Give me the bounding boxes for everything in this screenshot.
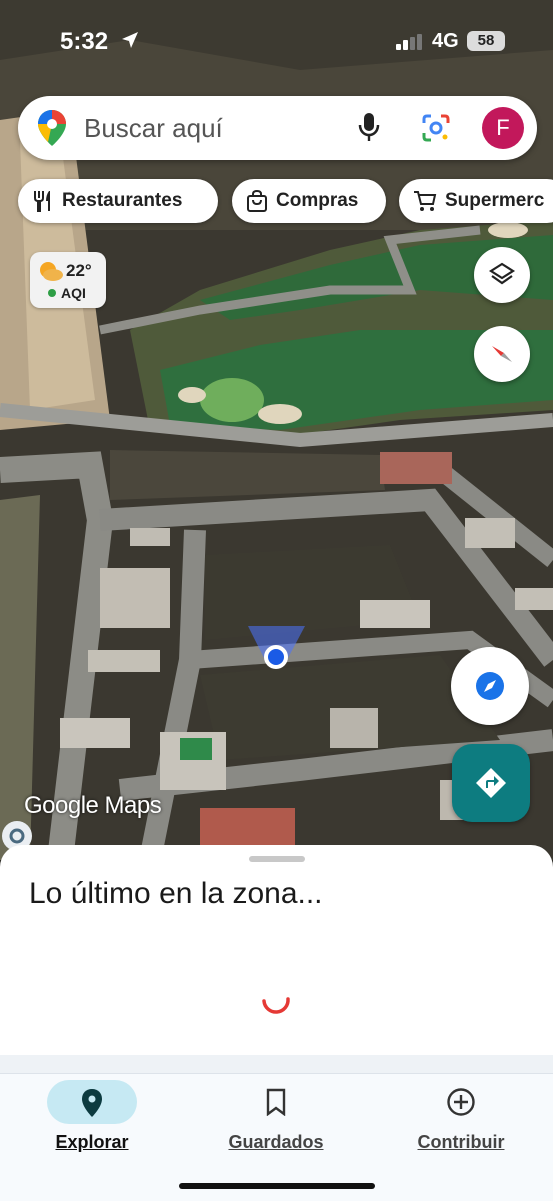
bottom-navigation: Explorar Guardados Contribuir xyxy=(0,1073,553,1201)
compass-icon xyxy=(492,346,512,362)
signal-icon xyxy=(396,34,424,55)
map-attribution: Google Maps xyxy=(24,792,162,819)
status-bar: 5:32 4G 58 xyxy=(0,0,553,80)
shopping-bag-icon xyxy=(247,189,267,212)
location-arrow-icon xyxy=(120,30,140,55)
navigation-compass-icon xyxy=(476,672,504,700)
loading-spinner-icon xyxy=(262,997,290,1014)
bookmark-icon xyxy=(266,1088,286,1116)
chip-shopping[interactable]: Compras xyxy=(232,179,386,223)
status-time: 5:32 xyxy=(60,28,109,55)
home-indicator xyxy=(179,1183,375,1189)
directions-icon xyxy=(476,768,506,798)
chip-restaurants[interactable]: Restaurantes xyxy=(18,179,218,223)
microphone-icon[interactable] xyxy=(357,111,381,148)
network-type: 4G xyxy=(432,30,459,52)
search-input[interactable]: Buscar aquí xyxy=(84,113,223,144)
weather-widget[interactable]: 22° AQI xyxy=(30,252,106,308)
temperature: 22° xyxy=(66,261,92,280)
sheet-divider xyxy=(0,1055,553,1073)
partly-sunny-icon xyxy=(40,262,63,281)
add-circle-icon xyxy=(447,1088,475,1116)
nav-explore[interactable]: Explorar xyxy=(0,1074,184,1174)
location-pin-icon xyxy=(82,1089,102,1117)
nav-contribute[interactable]: Contribuir xyxy=(369,1074,553,1174)
google-maps-pin-icon xyxy=(38,110,66,151)
chip-label: Supermerc xyxy=(445,190,545,211)
cart-icon xyxy=(414,191,437,211)
nav-label: Explorar xyxy=(55,1132,129,1152)
my-location-button[interactable] xyxy=(451,647,529,725)
nav-label: Guardados xyxy=(228,1132,324,1152)
layers-icon xyxy=(488,262,516,285)
bottom-sheet[interactable]: Lo último en la zona... xyxy=(0,845,553,1055)
layers-button[interactable] xyxy=(474,247,530,303)
aqi-status-dot xyxy=(48,289,56,297)
sheet-title: Lo último en la zona... xyxy=(29,877,323,910)
chip-label: Compras xyxy=(276,190,359,211)
chip-supermarket[interactable]: Supermerc xyxy=(399,179,553,223)
directions-button[interactable] xyxy=(452,744,530,822)
nav-label: Contribuir xyxy=(417,1132,505,1152)
compass-button[interactable] xyxy=(474,326,530,382)
chip-label: Restaurantes xyxy=(62,190,183,211)
google-lens-icon[interactable] xyxy=(421,113,451,148)
sheet-drag-handle[interactable] xyxy=(249,856,305,862)
aqi-label: AQI xyxy=(61,285,86,301)
search-bar[interactable]: Buscar aquí F xyxy=(18,96,537,160)
avatar[interactable]: F xyxy=(482,107,524,149)
battery-indicator: 58 xyxy=(467,31,505,51)
nav-saved[interactable]: Guardados xyxy=(184,1074,368,1174)
fork-knife-icon xyxy=(34,191,50,212)
